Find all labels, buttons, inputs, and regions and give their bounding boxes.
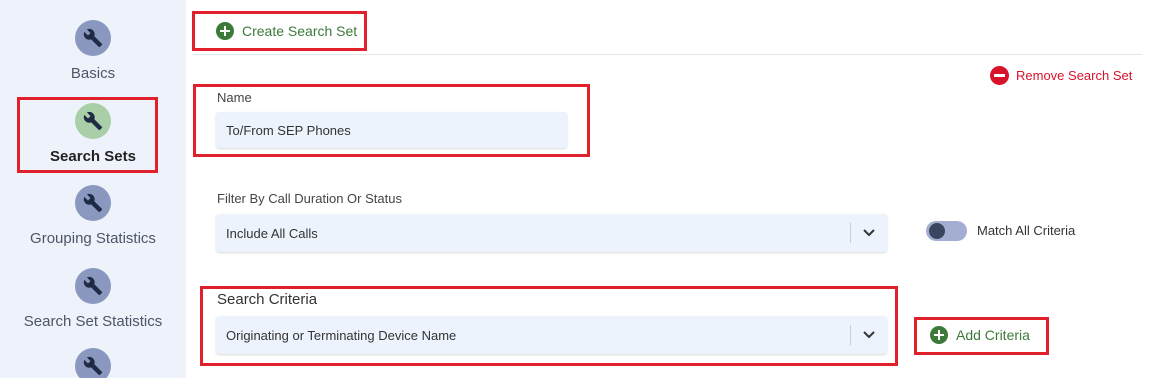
match-all-label: Match All Criteria [977, 223, 1076, 238]
wrench-icon [75, 185, 111, 221]
sidebar-item-label: Grouping Statistics [30, 230, 156, 247]
sidebar-item-grouping-statistics[interactable]: Grouping Statistics [0, 185, 186, 247]
search-criteria-select-value: Originating or Terminating Device Name [226, 327, 457, 343]
create-search-set-label: Create Search Set [242, 23, 358, 39]
remove-search-set-button[interactable]: Remove Search Set [990, 66, 1132, 85]
divider [193, 54, 1142, 55]
match-all-toggle[interactable] [926, 221, 967, 241]
wrench-icon [75, 348, 111, 378]
name-input[interactable] [216, 112, 567, 148]
sidebar-item-search-set-statistics[interactable]: Search Set Statistics [0, 268, 186, 330]
sidebar-item-basics[interactable]: Basics [0, 20, 186, 82]
filter-select[interactable]: Include All Calls [216, 214, 887, 252]
wrench-icon [75, 268, 111, 304]
add-criteria-button[interactable]: Add Criteria [930, 326, 1030, 344]
plus-circle-icon [930, 326, 948, 344]
chevron-down-icon[interactable] [851, 229, 887, 237]
plus-circle-icon [216, 22, 234, 40]
name-label: Name [217, 90, 252, 105]
search-criteria-select[interactable]: Originating or Terminating Device Name [216, 316, 887, 354]
sidebar-item-label: Search Set Statistics [23, 313, 163, 330]
sidebar-item-more[interactable] [0, 348, 186, 378]
filter-select-value: Include All Calls [226, 225, 318, 241]
chevron-down-icon[interactable] [851, 331, 887, 339]
minus-circle-icon [990, 66, 1009, 85]
create-search-set-button[interactable]: Create Search Set [216, 22, 357, 40]
search-criteria-label: Search Criteria [217, 291, 318, 308]
wrench-icon [75, 20, 111, 56]
sidebar: Basics Search Sets Grouping Statistics S… [0, 0, 186, 378]
highlight-box [17, 97, 158, 173]
remove-search-set-label: Remove Search Set [1016, 68, 1133, 83]
filter-label: Filter By Call Duration Or Status [217, 191, 402, 206]
sidebar-item-label: Basics [70, 65, 116, 82]
add-criteria-label: Add Criteria [956, 327, 1030, 343]
toggle-knob [929, 223, 945, 239]
